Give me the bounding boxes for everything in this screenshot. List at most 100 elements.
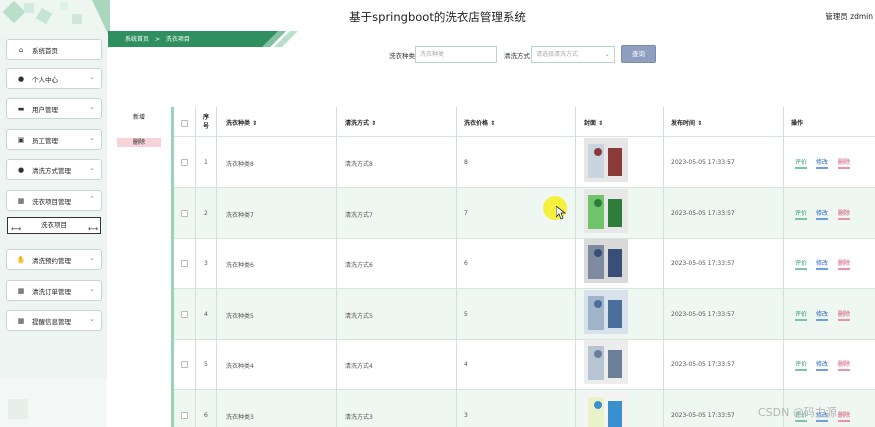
header-cover[interactable]: 封面 ⇕ <box>584 118 603 127</box>
sidebar-item-label: 员工管理 <box>32 136 58 145</box>
table-row <box>174 289 875 340</box>
cell-index: 6 <box>204 412 208 419</box>
cover-image[interactable] <box>584 391 628 427</box>
submenu-laundry-project[interactable]: ⟷ 洗衣项目 ⟷ <box>7 217 101 234</box>
search-type-label: 洗衣种类 <box>389 52 415 60</box>
breadcrumb-separator: > <box>154 36 160 43</box>
delete-row-button[interactable]: 删除 <box>838 208 851 220</box>
comment-button[interactable]: 评价 <box>795 157 808 169</box>
sort-icon: ⇕ <box>252 120 258 127</box>
sidebar-bottom-decoration <box>0 379 107 427</box>
edit-button[interactable]: 修改 <box>816 157 829 169</box>
cover-image[interactable] <box>584 290 628 334</box>
edit-button[interactable]: 修改 <box>816 258 829 270</box>
breadcrumb: 系统首页 > 洗衣项目 <box>125 34 190 43</box>
delete-row-button[interactable]: 删除 <box>838 359 851 371</box>
column-divider <box>195 107 196 427</box>
chevron-down-icon: ⌄ <box>89 134 95 142</box>
cover-image[interactable] <box>584 239 628 283</box>
search-button[interactable]: 查询 <box>621 45 656 63</box>
sidebar-item-staff[interactable]: ▣ 员工管理 ⌄ <box>6 129 102 150</box>
table-header-row <box>174 107 875 137</box>
select-placeholder: 请选择清洗方式 <box>536 51 579 58</box>
header-actions: 操作 <box>791 120 804 127</box>
user-menu[interactable]: 管理员 zdmin <box>825 11 873 22</box>
row-checkbox[interactable] <box>181 210 188 217</box>
search-method-label: 清洗方式 <box>504 52 530 60</box>
add-button[interactable]: 新增 <box>117 113 161 122</box>
select-all-checkbox[interactable] <box>181 120 188 127</box>
chevron-down-icon: ⌄ <box>89 73 95 81</box>
row-checkbox[interactable] <box>181 311 188 318</box>
header-index: 序号 <box>203 114 210 130</box>
delete-button[interactable]: 删除 <box>117 138 161 147</box>
chevron-down-icon: ⌄ <box>89 285 95 293</box>
comment-button[interactable]: 评价 <box>795 359 808 371</box>
cover-image[interactable] <box>584 138 628 182</box>
sidebar-item-home[interactable]: ⌂ 系统首页 <box>6 39 102 60</box>
comment-button[interactable]: 评价 <box>795 309 808 321</box>
delete-row-button[interactable]: 删除 <box>838 258 851 270</box>
watermark: CSDN @码力源 <box>758 406 837 419</box>
chevron-down-icon: ⌄ <box>89 164 95 172</box>
table-row <box>174 339 875 390</box>
cell-time: 2023-05-05 17:33:57 <box>671 210 735 217</box>
search-type-input[interactable]: 洗衣种类 <box>415 46 497 63</box>
comment-button[interactable]: 评价 <box>795 258 808 270</box>
sidebar-item-wash-method[interactable]: ● 清洗方式管理 ⌄ <box>6 159 102 180</box>
thumb-icon: ✋ <box>16 255 26 264</box>
cover-image[interactable] <box>584 340 628 384</box>
row-checkbox[interactable] <box>181 412 188 419</box>
user-card-icon: ▬ <box>17 104 25 113</box>
cell-price: 6 <box>464 260 468 267</box>
row-checkbox[interactable] <box>181 260 188 267</box>
sidebar-item-profile[interactable]: ● 个人中心 ⌄ <box>6 68 102 89</box>
sidebar-item-orders[interactable]: ▦ 清洗订单管理 ⌄ <box>6 280 102 301</box>
mouse-pointer-icon <box>556 206 566 220</box>
delete-row-button[interactable]: 删除 <box>838 157 851 169</box>
person-icon: ● <box>17 74 25 83</box>
header-type[interactable]: 洗衣种类 ⇕ <box>226 118 257 127</box>
staff-icon: ▣ <box>17 135 25 144</box>
row-checkbox[interactable] <box>181 159 188 166</box>
sort-icon: ⇕ <box>697 120 703 127</box>
sidebar-item-label: 提醒信息管理 <box>32 317 71 326</box>
edit-button[interactable]: 修改 <box>816 208 829 220</box>
delete-row-button[interactable]: 删除 <box>838 309 851 321</box>
sidebar-item-label: 清洗订单管理 <box>32 287 71 296</box>
header-method[interactable]: 清洗方式 ⇕ <box>345 118 376 127</box>
chevron-down-icon: ⌄ <box>89 254 95 262</box>
search-method-select[interactable]: 请选择清洗方式 ⌄ <box>531 46 615 63</box>
cell-time: 2023-05-05 17:33:57 <box>671 311 735 318</box>
row-checkbox[interactable] <box>181 361 188 368</box>
app-title: 基于springboot的洗衣店管理系统 <box>349 10 526 24</box>
edit-button[interactable]: 修改 <box>816 309 829 321</box>
chevron-down-icon: ⌄ <box>604 50 610 58</box>
sort-icon: ⇕ <box>490 120 496 127</box>
sidebar-item-laundry-project[interactable]: ▦ 洗衣项目管理 ⌃ <box>6 190 102 211</box>
cell-method: 清洗方式6 <box>345 262 373 269</box>
grid-icon: ▦ <box>17 286 25 295</box>
person-icon: ● <box>17 165 25 174</box>
cell-type: 洗衣种类3 <box>226 414 254 421</box>
sidebar-item-label: 清洗预约管理 <box>32 256 71 265</box>
sidebar-item-users[interactable]: ▬ 用户管理 ⌄ <box>6 98 102 119</box>
sidebar-item-appointment[interactable]: ✋ 清洗预约管理 ⌄ <box>6 249 102 270</box>
cell-type: 洗衣种类4 <box>226 363 254 370</box>
edit-button[interactable]: 修改 <box>816 359 829 371</box>
sidebar-item-label: 个人中心 <box>32 75 58 84</box>
header-time[interactable]: 发布时间 ⇕ <box>671 118 702 127</box>
cell-time: 2023-05-05 17:33:57 <box>671 260 735 267</box>
resize-cursor-icon: ⟷ <box>11 225 22 233</box>
top-header: 基于springboot的洗衣店管理系统 管理员 zdmin <box>0 0 875 34</box>
cell-index: 5 <box>204 361 208 368</box>
app-window: 基于springboot的洗衣店管理系统 管理员 zdmin ⌂ 系统首页 ● … <box>0 0 875 427</box>
cell-index: 3 <box>204 260 208 267</box>
delete-row-button[interactable]: 删除 <box>838 410 851 422</box>
header-price[interactable]: 洗衣价格 ⇕ <box>464 118 495 127</box>
cell-price: 8 <box>464 159 468 166</box>
comment-button[interactable]: 评价 <box>795 208 808 220</box>
cover-image[interactable] <box>584 189 628 233</box>
sidebar-item-reminders[interactable]: ▦ 提醒信息管理 ⌄ <box>6 310 102 331</box>
breadcrumb-home[interactable]: 系统首页 <box>125 36 149 43</box>
